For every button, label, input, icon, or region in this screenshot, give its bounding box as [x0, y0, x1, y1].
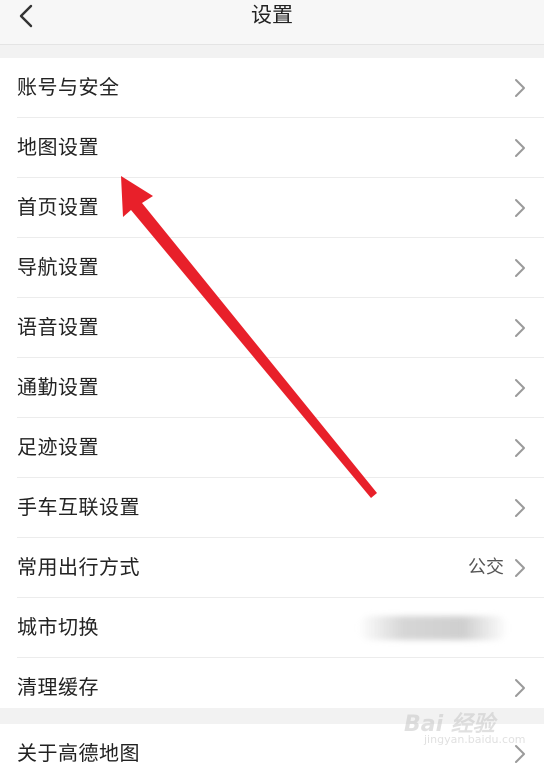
setting-row-commute-settings[interactable]: 通勤设置: [17, 358, 544, 418]
setting-label: 首页设置: [17, 195, 99, 219]
settings-screen: 设置 账号与安全 地图设置 首页设置 导航设置 语音设置 通勤设置 足迹设置 手…: [0, 0, 544, 764]
setting-label: 手车互联设置: [17, 495, 140, 519]
setting-row-phone-car-link[interactable]: 手车互联设置: [17, 478, 544, 538]
setting-row-clear-cache[interactable]: 清理缓存: [17, 658, 544, 717]
chevron-right-icon: [515, 559, 525, 577]
chevron-right-icon: [515, 679, 525, 697]
chevron-right-icon: [515, 139, 525, 157]
setting-row-about[interactable]: 关于高德地图: [17, 724, 544, 764]
setting-label: 通勤设置: [17, 375, 99, 399]
setting-row-travel-mode[interactable]: 常用出行方式 公交: [17, 538, 544, 598]
blurred-city-value: [358, 616, 508, 640]
setting-label: 导航设置: [17, 255, 99, 279]
setting-label: 语音设置: [17, 315, 99, 339]
chevron-right-icon: [515, 79, 525, 97]
chevron-right-icon: [515, 499, 525, 517]
setting-label: 清理缓存: [17, 675, 99, 699]
chevron-right-icon: [515, 199, 525, 217]
chevron-right-icon: [515, 319, 525, 337]
setting-row-footprint-settings[interactable]: 足迹设置: [17, 418, 544, 478]
settings-list: 账号与安全 地图设置 首页设置 导航设置 语音设置 通勤设置 足迹设置 手车互联…: [0, 58, 544, 708]
setting-value: 公交: [468, 557, 504, 578]
setting-label: 关于高德地图: [17, 741, 140, 764]
setting-label: 足迹设置: [17, 435, 99, 459]
page-title: 设置: [251, 3, 293, 27]
setting-label: 城市切换: [17, 615, 99, 639]
setting-label: 账号与安全: [17, 75, 120, 99]
setting-row-city-switch[interactable]: 城市切换: [17, 598, 544, 658]
chevron-right-icon: [515, 259, 525, 277]
chevron-right-icon: [515, 439, 525, 457]
setting-row-home-settings[interactable]: 首页设置: [17, 178, 544, 238]
chevron-right-icon: [515, 745, 525, 763]
about-section: 关于高德地图: [0, 724, 544, 764]
chevron-right-icon: [515, 379, 525, 397]
top-bar: 设置: [0, 0, 544, 45]
setting-row-account-security[interactable]: 账号与安全: [17, 58, 544, 118]
setting-label: 常用出行方式: [17, 555, 140, 579]
setting-row-navigation-settings[interactable]: 导航设置: [17, 238, 544, 298]
setting-row-map-settings[interactable]: 地图设置: [17, 118, 544, 178]
setting-label: 地图设置: [17, 135, 99, 159]
setting-row-voice-settings[interactable]: 语音设置: [17, 298, 544, 358]
